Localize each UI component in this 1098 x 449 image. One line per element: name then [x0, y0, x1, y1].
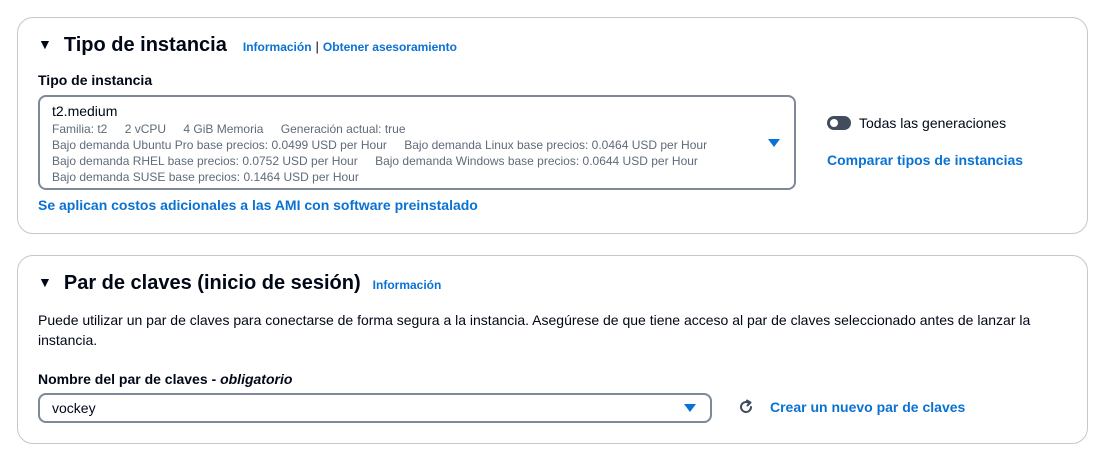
key-pair-field-label: Nombre del par de claves - obligatorio — [38, 371, 292, 387]
rhel-price: Bajo demanda RHEL base precios: 0.0752 U… — [52, 154, 358, 168]
instance-type-field-label: Tipo de instancia — [38, 72, 153, 88]
link-separator: | — [315, 39, 319, 54]
collapse-caret-icon[interactable]: ▼ — [38, 274, 52, 290]
key-pair-selected-value: vockey — [52, 400, 96, 416]
ami-costs-link[interactable]: Se aplican costos adicionales a las AMI … — [38, 197, 478, 213]
key-pair-panel: ▼ Par de claves (inicio de sesión) Infor… — [17, 255, 1088, 444]
create-key-pair-link[interactable]: Crear un nuevo par de claves — [770, 399, 965, 415]
key-pair-label-text: Nombre del par de claves - — [38, 371, 221, 387]
instance-type-selected-name: t2.medium — [52, 103, 118, 119]
compare-instance-types-link[interactable]: Comparar tipos de instancias — [827, 152, 1023, 168]
collapse-caret-icon[interactable]: ▼ — [38, 36, 52, 52]
key-pair-select[interactable]: vockey — [38, 393, 712, 423]
toggle-switch-icon[interactable] — [827, 116, 851, 130]
refresh-icon[interactable] — [738, 399, 754, 415]
instance-type-select[interactable]: t2.medium Familia: t2 2 vCPU 4 GiB Memor… — [38, 95, 796, 190]
instance-type-info-link[interactable]: Información — [243, 40, 312, 54]
key-pair-title: Par de claves (inicio de sesión) — [63, 272, 361, 294]
key-pair-info-link[interactable]: Información — [373, 278, 442, 292]
suse-price: Bajo demanda SUSE base precios: 0.1464 U… — [52, 170, 359, 184]
key-pair-description: Puede utilizar un par de claves para con… — [38, 312, 1031, 348]
instance-vcpu: 2 vCPU — [124, 122, 167, 136]
all-generations-toggle-row: Todas las generaciones — [827, 115, 1006, 131]
dropdown-arrow-icon[interactable] — [684, 404, 696, 412]
instance-type-header: ▼ Tipo de instancia Información | Obtene… — [38, 34, 457, 57]
ubuntu-price: Bajo demanda Ubuntu Pro base precios: 0.… — [52, 138, 387, 152]
get-advice-link[interactable]: Obtener asesoramiento — [323, 40, 457, 54]
key-pair-header: ▼ Par de claves (inicio de sesión) Infor… — [38, 272, 441, 295]
all-generations-label: Todas las generaciones — [859, 115, 1007, 131]
windows-price: Bajo demanda Windows base precios: 0.064… — [375, 154, 698, 168]
instance-family: Familia: t2 — [52, 122, 108, 136]
instance-current-gen: Generación actual: true — [280, 122, 406, 136]
instance-type-title: Tipo de instancia — [63, 34, 227, 56]
instance-type-panel: ▼ Tipo de instancia Información | Obtene… — [17, 17, 1088, 234]
linux-price: Bajo demanda Linux base precios: 0.0464 … — [404, 138, 708, 152]
dropdown-arrow-icon[interactable] — [768, 138, 780, 147]
required-marker: obligatorio — [220, 371, 293, 387]
instance-memory: 4 GiB Memoria — [183, 122, 264, 136]
